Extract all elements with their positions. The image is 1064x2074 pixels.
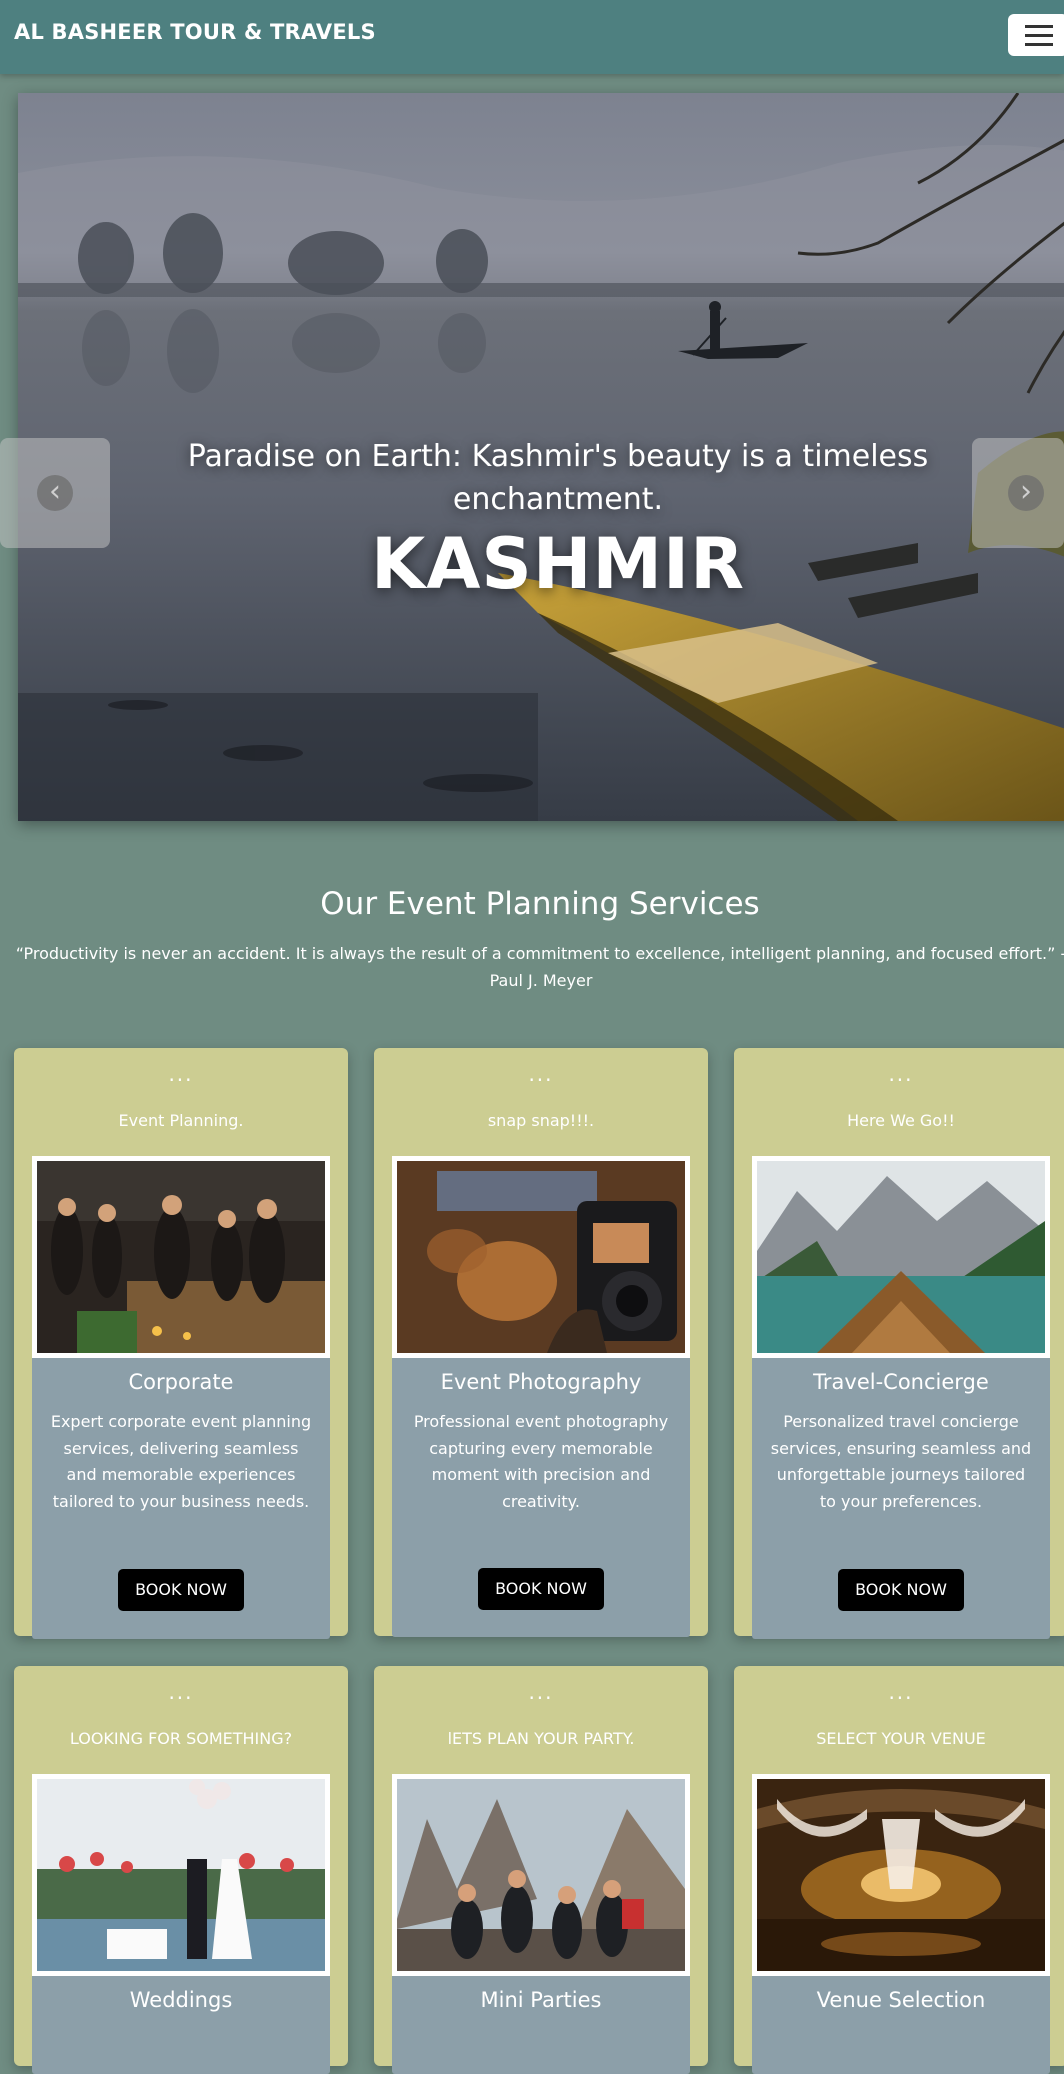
service-card-mini-parties: ... lETS PLAN YOUR PARTY. Mini Parties xyxy=(374,1666,708,2074)
card-tagline: LOOKING FOR SOMETHING? xyxy=(69,1729,293,1748)
card-body: Venue Selection xyxy=(752,1774,1050,2074)
card-body: Corporate Expert corporate event plannin… xyxy=(32,1156,330,1639)
dots-icon: ... xyxy=(528,1062,554,1086)
card-tagline: snap snap!!!. xyxy=(487,1111,595,1130)
book-now-button[interactable]: BOOK NOW xyxy=(118,1569,244,1611)
service-card-event-photography: ... snap snap!!!. Event Photography Prof… xyxy=(374,1048,708,1637)
card-tagline: Here We Go!! xyxy=(847,1111,955,1130)
services-section-title: Our Event Planning Services xyxy=(320,886,760,922)
hero-title: KASHMIR xyxy=(370,523,746,605)
hero-caption: Paradise on Earth: Kashmir's beauty is a… xyxy=(187,439,929,517)
venue-hall-photo xyxy=(752,1774,1050,1976)
card-body: Event Photography Professional event pho… xyxy=(392,1156,690,1637)
corporate-event-photo xyxy=(32,1156,330,1358)
chevron-left-icon: ‹ xyxy=(37,475,73,511)
hamburger-menu-icon xyxy=(1025,34,1053,37)
dots-icon: ... xyxy=(888,1062,914,1086)
dots-icon: ... xyxy=(168,1062,194,1086)
card-tagline: SELECT YOUR VENUE xyxy=(816,1729,986,1748)
event-photography-photo xyxy=(392,1156,690,1358)
card-body: Weddings xyxy=(32,1774,330,2074)
card-description: Expert corporate event planning services… xyxy=(50,1412,312,1511)
dots-icon: ... xyxy=(528,1680,554,1704)
carousel-prev-button[interactable]: ‹ xyxy=(0,438,110,548)
card-title: Mini Parties xyxy=(480,1988,602,2012)
card-body: Travel-Concierge Personalized travel con… xyxy=(752,1156,1050,1639)
navbar-toggler-button[interactable] xyxy=(1008,14,1064,56)
card-title: Corporate xyxy=(128,1370,234,1394)
book-now-button[interactable]: BOOK NOW xyxy=(478,1568,604,1610)
carousel-next-button[interactable]: › xyxy=(972,438,1064,548)
service-card-corporate: ... Event Planning. Corporate Expert cor… xyxy=(14,1048,348,1639)
card-title: Weddings xyxy=(129,1988,233,2012)
service-card-travel-concierge: ... Here We Go!! Travel-Concierge Person… xyxy=(734,1048,1064,1639)
card-tagline: Event Planning. xyxy=(118,1111,244,1130)
dots-icon: ... xyxy=(168,1680,194,1704)
card-tagline: lETS PLAN YOUR PARTY. xyxy=(447,1729,635,1748)
card-description: Personalized travel concierge services, … xyxy=(770,1412,1032,1511)
mini-party-photo xyxy=(392,1774,690,1976)
travel-lake-photo xyxy=(752,1156,1050,1358)
service-card-weddings: ... LOOKING FOR SOMETHING? Weddings xyxy=(14,1666,348,2074)
chevron-right-icon: › xyxy=(1008,475,1044,511)
card-title: Venue Selection xyxy=(816,1988,986,2012)
card-body: Mini Parties xyxy=(392,1774,690,2074)
hamburger-menu-icon xyxy=(1025,25,1053,28)
service-card-venue-selection: ... SELECT YOUR VENUE Venue Selection xyxy=(734,1666,1064,2074)
book-now-button[interactable]: BOOK NOW xyxy=(838,1569,964,1611)
card-title: Travel-Concierge xyxy=(813,1370,989,1394)
hamburger-menu-icon xyxy=(1025,43,1053,46)
services-quote: “Productivity is never an accident. It i… xyxy=(15,944,1064,990)
card-description: Professional event photography capturing… xyxy=(413,1412,669,1511)
dots-icon: ... xyxy=(888,1680,914,1704)
card-title: Event Photography xyxy=(440,1370,642,1394)
wedding-photo xyxy=(32,1774,330,1976)
navbar: AL BASHEER TOUR & TRAVELS xyxy=(0,0,1064,74)
brand-logo-text[interactable]: AL BASHEER TOUR & TRAVELS xyxy=(14,20,376,44)
hero-carousel: Paradise on Earth: Kashmir's beauty is a… xyxy=(18,93,1064,821)
